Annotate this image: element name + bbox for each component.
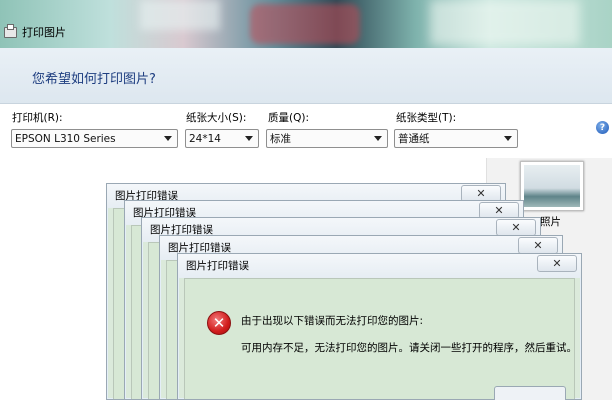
paper-size-label: 纸张大小(S): <box>186 112 247 124</box>
printer-label: 打印机(R): <box>12 112 63 124</box>
error-title: 由于出现以下错误而无法打印您的图片: <box>241 315 424 327</box>
window-title-text: 打印图片 <box>22 26 66 39</box>
error-icon: ✕ <box>207 311 231 335</box>
quality-label: 质量(Q): <box>268 112 309 124</box>
aero-blur-white <box>430 0 580 45</box>
dialog-question: 您希望如何打印图片? <box>32 72 156 87</box>
chevron-down-icon <box>245 136 253 141</box>
quality-select-value: 标准 <box>270 133 291 145</box>
thumbnail-label: 照片 <box>540 216 561 228</box>
paper-size-select-value: 24*14 <box>189 132 221 145</box>
dialog-header: 您希望如何打印图片? <box>0 48 612 104</box>
error-window-caption: 图片打印错误 <box>186 260 249 272</box>
aero-background: 打印图片 <box>0 0 612 48</box>
error-window-body: ✕ 由于出现以下错误而无法打印您的图片: 可用内存不足，无法打印您的图片。请关闭… <box>184 278 577 399</box>
chevron-down-icon <box>504 136 512 141</box>
photo-thumbnail[interactable] <box>520 161 584 211</box>
chevron-down-icon <box>374 136 382 141</box>
quality-select[interactable]: 标准 <box>266 129 388 148</box>
window-title: 打印图片 <box>4 23 66 40</box>
aero-blur-light <box>140 0 220 30</box>
error-window-front: 图片打印错误 ✕ ✕ 由于出现以下错误而无法打印您的图片: 可用内存不足，无法打… <box>177 253 582 400</box>
close-button[interactable]: ✕ <box>496 219 536 236</box>
help-icon[interactable]: ? <box>596 121 609 134</box>
close-button[interactable]: ✕ <box>537 255 577 272</box>
printer-select[interactable]: EPSON L310 Series <box>11 129 178 148</box>
dialog-button-partial[interactable] <box>494 386 566 400</box>
thumbnail-image <box>524 165 580 207</box>
aero-blur-red <box>250 4 360 44</box>
printer-select-value: EPSON L310 Series <box>15 132 116 145</box>
paper-type-select[interactable]: 普通纸 <box>394 129 518 148</box>
error-message: 可用内存不足，无法打印您的图片。请关闭一些打开的程序，然后重试。 <box>241 342 577 354</box>
printer-icon <box>4 23 17 38</box>
close-button[interactable]: ✕ <box>518 237 558 254</box>
chevron-down-icon <box>164 136 172 141</box>
paper-type-select-value: 普通纸 <box>398 133 430 145</box>
paper-type-label: 纸张类型(T): <box>396 112 457 124</box>
paper-size-select[interactable]: 24*14 <box>185 129 259 148</box>
